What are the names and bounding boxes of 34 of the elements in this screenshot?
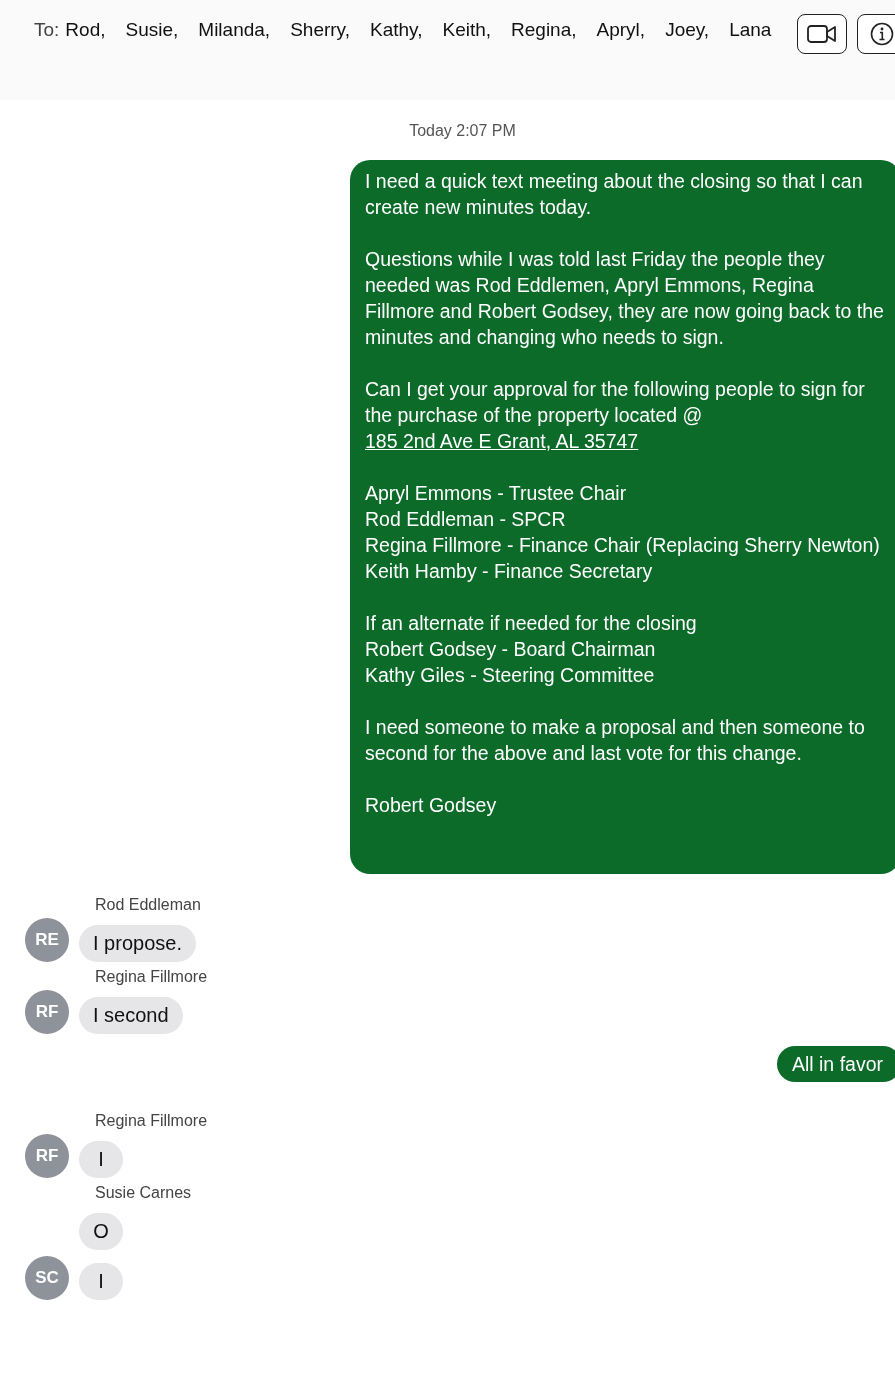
video-camera-icon (807, 24, 837, 44)
sender-name: Rod Eddleman (95, 896, 202, 914)
recipient-name[interactable]: Keith, (442, 18, 492, 42)
recipient-name[interactable]: Apryl, (596, 18, 646, 42)
received-message-bubble: I propose. (79, 925, 196, 962)
received-message-bubble: I (79, 1263, 123, 1300)
message-text: I need a quick text meeting about the closing so that I can create new minutes today. (365, 169, 864, 220)
recipient-name[interactable]: Susie, (125, 18, 179, 42)
message-text: Questions while I was told last Friday the people they needed was Rod Eddlemen, Apryl Emmons, Regina Fillmore and Robert Godsey, they are now going back to the minutes and changing who needs to sign. (365, 247, 885, 350)
info-button[interactable] (857, 14, 895, 54)
recipient-name[interactable]: Joey, (665, 18, 710, 42)
address-link[interactable]: 185 2nd Ave E Grant, AL 35747 (365, 430, 639, 452)
sender-name: Susie Carnes (95, 1184, 193, 1202)
received-message-bubble: I second (79, 997, 183, 1034)
info-icon (870, 22, 894, 46)
message-text: All in favor (791, 1052, 883, 1077)
sender-name: Regina Fillmore (95, 968, 209, 986)
message-text: If an alternate if needed for the closing Robert Godsey - Board Chairman Kathy Giles - Steering Committee (365, 611, 698, 688)
message-text: I need someone to make a proposal and then someone to second for the above and last vote for this change. (365, 715, 866, 766)
recipient-name[interactable]: Sherry, (290, 18, 350, 42)
recipient-name[interactable]: Regina, (511, 18, 577, 42)
to-label: To: (34, 18, 60, 42)
recipient-name[interactable]: Lana (729, 18, 772, 42)
sender-name: Regina Fillmore (95, 1112, 209, 1130)
timestamp: Today 2:07 PM (408, 122, 517, 140)
received-message-bubble: O (79, 1213, 123, 1250)
received-message-bubble: I (79, 1141, 123, 1178)
recipient-name[interactable]: Milanda, (198, 18, 271, 42)
message-text: Robert Godsey (365, 793, 498, 818)
recipient-name[interactable]: Rod, (65, 18, 106, 42)
message-text: Apryl Emmons - Trustee Chair Rod Eddleman - SPCR Regina Fillmore - Finance Chair (Replacing Sherry Newton) Keith Hamby - Finance Secretary (365, 481, 881, 584)
recipient-name[interactable]: Kathy, (370, 18, 423, 42)
video-call-button[interactable] (797, 14, 847, 54)
message-text: Can I get your approval for the following people to sign for the purchase of the property located @ 185 2nd Ave E Grant, AL 35747 (365, 377, 866, 454)
